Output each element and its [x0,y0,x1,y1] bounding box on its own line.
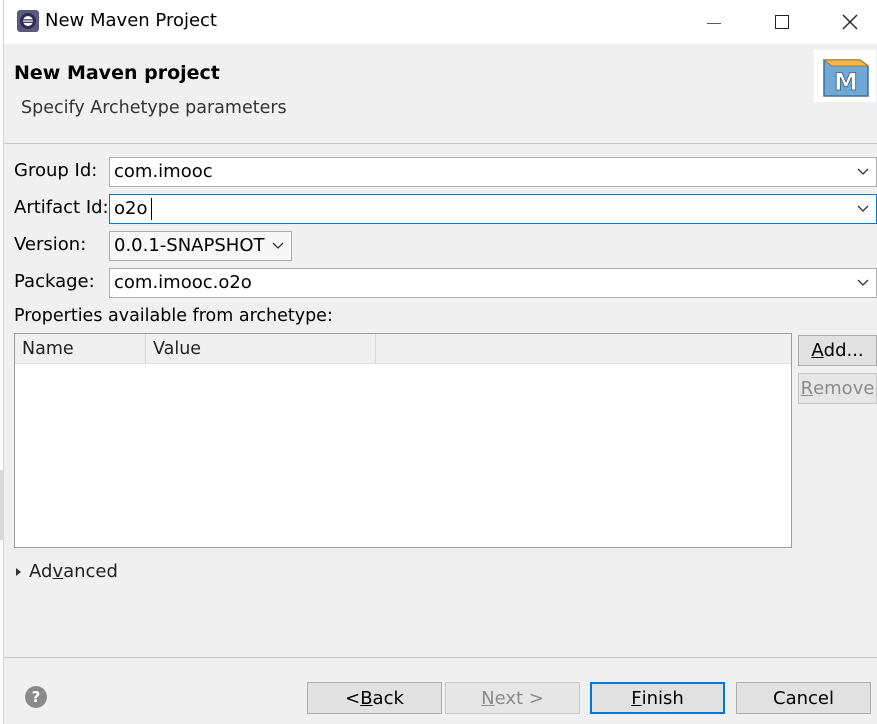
version-value: 0.0.1-SNAPSHOT [114,235,265,256]
add-property-button[interactable]: Add... [798,335,877,366]
column-header-name[interactable]: Name [15,334,146,364]
artifact-id-value: o2o [114,198,148,219]
maven-logo-icon: M [814,50,876,102]
page-description: Specify Archetype parameters [21,98,287,118]
advanced-label-post: anced [63,561,118,582]
cancel-button[interactable]: Cancel [736,682,871,714]
remove-property-button[interactable]: Remove [798,373,877,404]
expand-triangle-icon [16,567,21,576]
table-header: Name Value [15,334,791,364]
package-value: com.imooc.o2o [114,272,252,293]
version-select[interactable]: 0.0.1-SNAPSHOT [109,231,292,261]
remove-button-mnemonic: R [800,378,814,399]
properties-table[interactable]: Name Value [14,333,792,548]
remove-button-label-post: emove [813,378,875,399]
artifact-id-label: Artifact Id: [14,197,109,218]
advanced-mnemonic: v [52,561,64,582]
new-maven-project-dialog: New Maven Project New Maven project Spec… [4,0,877,724]
minimize-button[interactable] [680,0,748,44]
artifact-id-combo[interactable]: o2o [109,194,877,224]
maven-logo-letter: M [834,68,858,96]
package-combo[interactable]: com.imooc.o2o [109,268,877,298]
back-label-post: ack [372,687,404,709]
chevron-down-icon[interactable] [850,269,876,297]
next-button[interactable]: Next > [445,682,580,714]
advanced-label-pre: Ad [29,561,53,582]
column-header-value[interactable]: Value [146,334,376,364]
minimize-icon [707,22,721,24]
title-bar[interactable]: New Maven Project [4,0,877,44]
finish-mnemonic: F [631,687,642,709]
group-id-label: Group Id: [14,160,98,181]
next-label-post: ext > [494,687,544,709]
finish-button[interactable]: Finish [590,682,725,714]
footer-separator [4,657,877,658]
finish-label-post: inish [641,687,684,709]
wizard-banner: New Maven project Specify Archetype para… [4,44,877,144]
maximize-icon [775,15,789,29]
group-id-value: com.imooc [114,161,213,182]
window-title: New Maven Project [45,10,217,31]
close-icon [842,14,858,30]
back-label-pre: < [345,687,361,709]
version-label: Version: [14,234,87,255]
back-mnemonic: B [360,687,373,709]
text-cursor [151,198,152,220]
chevron-down-icon[interactable] [850,158,876,186]
page-title: New Maven project [14,62,220,84]
back-button[interactable]: < Back [307,682,442,714]
advanced-toggle[interactable]: Advanced [16,561,118,582]
group-id-combo[interactable]: com.imooc [109,157,877,187]
advanced-label: Advanced [29,561,118,582]
chevron-down-icon[interactable] [850,195,876,223]
next-mnemonic: N [481,687,495,709]
properties-label: Properties available from archetype: [14,306,333,326]
add-button-label-post: dd... [823,340,864,361]
help-icon[interactable]: ? [25,686,47,708]
maximize-button[interactable] [748,0,816,44]
chevron-down-icon[interactable] [265,232,291,260]
close-button[interactable] [816,0,877,44]
package-label: Package: [14,271,95,292]
eclipse-icon [17,10,39,32]
add-button-mnemonic: A [811,340,824,361]
